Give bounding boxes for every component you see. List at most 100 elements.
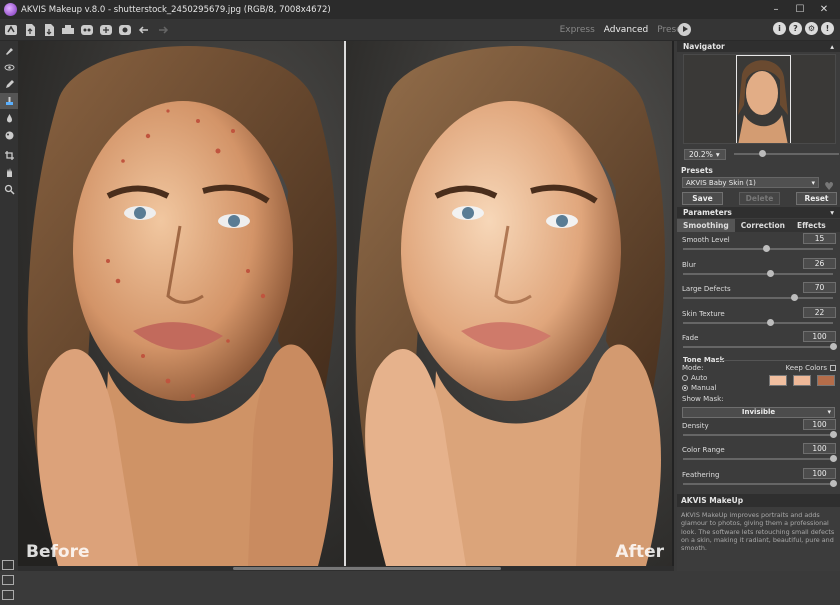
tab-express[interactable]: Express (560, 25, 595, 35)
app-logo-icon (4, 3, 17, 16)
reset-preset-button[interactable]: Reset (796, 192, 837, 205)
color-swatch-1[interactable] (769, 374, 787, 386)
navigator-view-rect[interactable] (736, 55, 791, 143)
print-icon[interactable] (60, 22, 76, 38)
param-label: Smooth Level (682, 236, 730, 244)
settings-panel: Navigator ▴ 20.2% ▾ Presets AKVIS Baby Ski… (677, 41, 840, 571)
brush-icon[interactable] (0, 42, 18, 58)
param-color-range: Color Range 100 (677, 442, 840, 467)
save-preset-button[interactable]: Save (682, 192, 723, 205)
param-smooth-level: Smooth Level 15 (677, 232, 840, 257)
info-icon[interactable]: i (773, 22, 786, 35)
param-slider[interactable] (683, 318, 833, 326)
param-slider[interactable] (683, 343, 837, 350)
plugin-icon[interactable] (117, 22, 133, 38)
tab-effects[interactable]: Effects (791, 219, 832, 232)
after-label: After (615, 542, 664, 562)
color-swatch-3[interactable] (817, 374, 835, 386)
crop-icon[interactable] (0, 147, 18, 163)
param-value-input[interactable]: 15 (803, 233, 836, 244)
radio-icon[interactable] (682, 374, 688, 381)
param-slider[interactable] (683, 269, 833, 277)
navigator-header[interactable]: Navigator ▴ (677, 41, 840, 52)
undo-icon[interactable] (136, 22, 152, 38)
minimize-button[interactable]: – (764, 0, 788, 19)
param-slider-knob[interactable] (830, 343, 837, 350)
param-value-input[interactable]: 70 (803, 282, 836, 293)
param-slider-knob[interactable] (830, 479, 837, 487)
param-slider[interactable] (683, 245, 833, 252)
param-slider[interactable] (683, 479, 837, 487)
param-skin-texture: Skin Texture 22 (677, 306, 840, 331)
param-slider-knob[interactable] (830, 455, 837, 462)
favorite-heart-icon[interactable]: ♥ (824, 180, 834, 193)
param-value-input[interactable]: 22 (803, 306, 836, 318)
collapse-icon[interactable]: ▴ (830, 42, 834, 51)
pencil-icon[interactable] (0, 76, 18, 92)
param-slider[interactable] (683, 455, 837, 462)
zoom-select[interactable]: 20.2% ▾ (684, 148, 726, 160)
parameters-title: Parameters (683, 208, 732, 217)
param-value-input[interactable]: 100 (803, 443, 836, 454)
help-icon[interactable]: ? (789, 22, 802, 35)
save-icon[interactable] (41, 22, 57, 38)
run-play-icon[interactable] (678, 23, 691, 36)
title-bar: AKVIS Makeup v.8.0 - shutterstock_245029… (0, 0, 840, 19)
radio-selected-icon[interactable] (682, 384, 688, 391)
show-mask-select[interactable]: Invisible ▾ (682, 406, 835, 418)
single-view-icon[interactable] (2, 590, 14, 600)
split-view-icon[interactable] (2, 560, 14, 570)
collapse-icon[interactable]: ▾ (830, 208, 834, 217)
zoom-value: 20.2% (689, 149, 713, 159)
parameters-header[interactable]: Parameters ▾ (677, 207, 840, 218)
radio-auto[interactable]: Auto (682, 374, 707, 382)
delete-preset-button[interactable]: Delete (739, 192, 780, 205)
param-value-input[interactable]: 100 (803, 331, 836, 342)
chameleon-icon[interactable] (0, 127, 18, 143)
zoom-slider[interactable] (734, 150, 839, 157)
horizontal-scrollbar[interactable] (18, 566, 674, 571)
home-icon[interactable] (3, 22, 19, 38)
chevron-down-icon: ▾ (715, 149, 720, 159)
param-slider-knob[interactable] (762, 245, 770, 252)
eye-icon[interactable] (0, 59, 18, 75)
param-slider[interactable] (683, 294, 833, 301)
param-label: Blur (682, 260, 697, 269)
param-slider-knob[interactable] (791, 294, 798, 301)
preset-select[interactable]: AKVIS Baby Skin (1) ▾ (682, 177, 819, 188)
hand-icon[interactable] (0, 164, 18, 180)
param-slider[interactable] (683, 430, 837, 438)
param-slider-knob[interactable] (767, 318, 774, 326)
compare-view-icon[interactable] (2, 575, 14, 585)
maximize-button[interactable]: ☐ (788, 0, 812, 19)
param-slider-knob[interactable] (830, 430, 837, 438)
close-button[interactable]: ✕ (812, 0, 836, 19)
param-value-input[interactable]: 100 (803, 467, 836, 479)
navigator-preview[interactable] (683, 54, 836, 144)
open-icon[interactable] (22, 22, 38, 38)
checkbox-icon[interactable] (830, 364, 836, 371)
share-icon[interactable] (79, 22, 95, 38)
param-slider-knob[interactable] (767, 269, 774, 277)
param-value-input[interactable]: 100 (803, 418, 836, 430)
notification-icon[interactable]: ! (821, 22, 834, 35)
settings-gear-icon[interactable]: ⚙ (805, 22, 818, 35)
color-swatch-2[interactable] (793, 374, 811, 386)
presets-title: Presets (681, 166, 713, 175)
tab-smoothing[interactable]: Smoothing (677, 219, 735, 232)
stamp-icon[interactable] (0, 93, 18, 109)
param-blur: Blur 26 (677, 257, 840, 282)
tab-correction[interactable]: Correction (735, 219, 791, 232)
image-canvas[interactable]: Before After (18, 41, 674, 566)
scrollbar-thumb[interactable] (233, 567, 501, 570)
drop-icon[interactable] (0, 110, 18, 126)
redo-icon[interactable] (155, 22, 171, 38)
tab-advanced[interactable]: Advanced (604, 25, 648, 35)
keep-colors-checkbox[interactable]: Keep Colors (786, 364, 836, 372)
radio-manual[interactable]: Manual (682, 384, 716, 392)
batch-icon[interactable] (98, 22, 114, 38)
param-label: Fade (682, 334, 699, 342)
param-value-input[interactable]: 26 (803, 257, 836, 269)
zoom-slider-knob[interactable] (759, 150, 766, 157)
zoom-icon[interactable] (0, 181, 18, 197)
